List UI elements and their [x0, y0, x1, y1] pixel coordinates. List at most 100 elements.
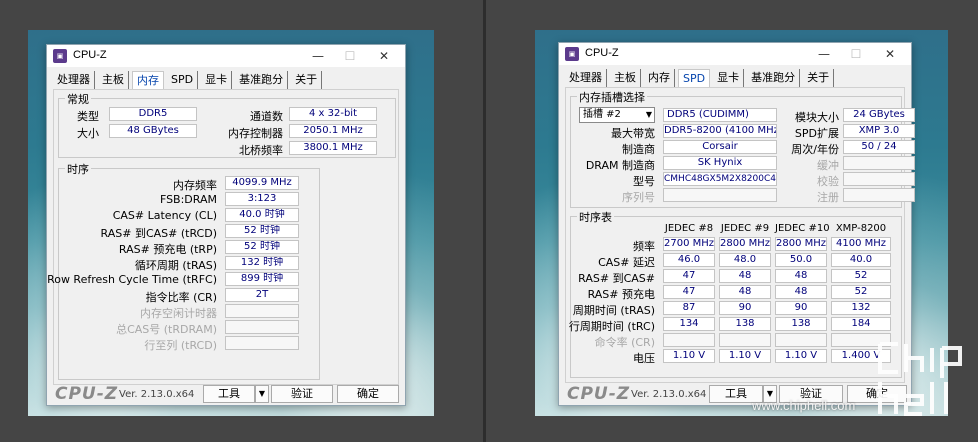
col-header-3: XMP-8200	[835, 223, 887, 234]
tt-cell: 2700 MHz	[663, 237, 715, 251]
timing-value-7: 2T	[225, 288, 299, 302]
size-label: 大小	[77, 127, 99, 140]
tt-cell: 132	[831, 301, 891, 315]
timing-table-group: 时序表 JEDEC #8 JEDEC #9 JEDEC #10 XMP-8200…	[568, 209, 902, 378]
tt-cell: 47	[663, 269, 715, 283]
tt-label-3: RAS# 预充电	[587, 288, 655, 301]
tt-cell: 2800 MHz	[719, 237, 771, 251]
timing-label-3: RAS# 到CAS# (tRCD)	[100, 227, 217, 240]
tt-cell: 52	[831, 269, 891, 283]
close-icon[interactable]: ✕	[875, 45, 905, 63]
tab-memory[interactable]: 内存	[132, 71, 164, 90]
manufacturer-value: Corsair	[663, 140, 777, 154]
tt-cell: 138	[719, 317, 771, 331]
mem-controller-value: 2050.1 MHz	[289, 124, 377, 138]
timing-label-4: RAS# 预充电 (tRP)	[118, 243, 217, 256]
timing-label-5: 循环周期 (tRAS)	[134, 259, 217, 272]
tools-button[interactable]: 工具	[203, 385, 255, 403]
timing-value-4: 52 时钟	[225, 240, 299, 254]
tab-bar: 处理器 主板 内存 SPD 显卡 基准跑分 关于	[565, 69, 837, 88]
cpuz-window-memory: ▣ CPU-Z — ☐ ✕ 处理器 主板 内存 SPD 显卡 基准跑分 关于 常…	[46, 44, 406, 406]
tab-graphics[interactable]: 显卡	[201, 71, 233, 89]
validate-button[interactable]: 验证	[271, 385, 333, 403]
window-title: CPU-Z	[73, 49, 107, 61]
tt-label-5: 行周期时间 (tRC)	[568, 320, 655, 333]
tt-cell: 48	[719, 285, 771, 299]
manufacturer-label: 制造商	[622, 143, 655, 156]
slot-group: 内存插槽选择 插槽 #2 ▼ DDR5 (CUDIMM) 最大带宽 DDR5-8…	[570, 89, 915, 208]
tt-cell: 4100 MHz	[831, 237, 891, 251]
tt-cell: 47	[663, 285, 715, 299]
maximize-icon: ☐	[850, 47, 862, 61]
screen-divider	[483, 0, 486, 442]
timing-label-0: 内存频率	[173, 179, 217, 192]
tt-label-6: 命令率 (CR)	[594, 336, 655, 349]
ok-button[interactable]: 确定	[337, 385, 399, 403]
tt-cell: 46.0	[663, 253, 715, 267]
tt-label-4: 周期时间 (tRAS)	[572, 304, 655, 317]
cpuz-app-icon: ▣	[565, 47, 579, 61]
tab-memory[interactable]: 内存	[644, 69, 675, 87]
tools-dropdown-icon[interactable]: ▼	[255, 385, 269, 403]
tab-cpu[interactable]: 处理器	[53, 71, 95, 89]
spd-ext-value: XMP 3.0	[843, 124, 915, 138]
tt-cell: 48	[719, 269, 771, 283]
module-size-label: 模块大小	[795, 111, 839, 124]
week-year-value: 50 / 24	[843, 140, 915, 154]
tt-cell: 134	[663, 317, 715, 331]
tab-spd[interactable]: SPD	[678, 69, 711, 88]
serial-value	[663, 188, 777, 202]
timing-value-3: 52 时钟	[225, 224, 299, 238]
tab-mainboard[interactable]: 主板	[98, 71, 129, 89]
tt-cell: 90	[719, 301, 771, 315]
tt-label-2: RAS# 到CAS#	[578, 272, 655, 285]
northbridge-label: 北桥频率	[239, 144, 283, 157]
minimize-icon[interactable]: —	[303, 47, 333, 65]
timing-value-10	[225, 336, 299, 350]
channels-value: 4 x 32-bit	[289, 107, 377, 121]
cpuz-brand-logo: CPU-Z	[55, 384, 119, 404]
version-text: Ver. 2.13.0.x64	[119, 389, 195, 400]
dram-manufacturer-value: SK Hynix	[663, 156, 777, 170]
tab-bench[interactable]: 基准跑分	[747, 69, 801, 87]
chevron-down-icon: ▼	[645, 110, 652, 119]
tab-bench[interactable]: 基准跑分	[235, 71, 289, 89]
timing-table-group-label: 时序表	[577, 209, 614, 225]
tab-spd[interactable]: SPD	[167, 71, 199, 89]
timing-label-10: 行至列 (tRCD)	[144, 339, 217, 352]
footer-bar: CPU-Z Ver. 2.13.0.x64 工具 ▼ 验证 确定	[559, 383, 911, 405]
tab-cpu[interactable]: 处理器	[565, 69, 607, 87]
timing-value-9	[225, 320, 299, 334]
timing-label-2: CAS# Latency (CL)	[112, 209, 217, 222]
tab-bar: 处理器 主板 内存 SPD 显卡 基准跑分 关于	[53, 71, 325, 90]
cpuz-brand-logo: CPU-Z	[567, 384, 631, 404]
tt-label-0: 频率	[633, 240, 655, 253]
max-bandwidth-value: DDR5-8200 (4100 MHz)	[663, 124, 777, 138]
slot-select[interactable]: 插槽 #2 ▼	[579, 107, 655, 123]
window-title: CPU-Z	[585, 47, 619, 59]
timing-group-label: 时序	[65, 161, 91, 177]
minimize-icon[interactable]: —	[809, 45, 839, 63]
tt-cell: 1.10 V	[719, 349, 771, 363]
buffered-label: 缓冲	[817, 159, 839, 172]
timing-value-5: 132 时钟	[225, 256, 299, 270]
titlebar: ▣ CPU-Z — ☐ ✕	[47, 45, 405, 67]
timing-label-6: Row Refresh Cycle Time (tRFC)	[47, 273, 217, 286]
spd-ext-label: SPD扩展	[794, 127, 839, 140]
timing-value-1: 3:123	[225, 192, 299, 206]
correction-label: 校验	[817, 175, 839, 188]
slot-select-value: 插槽 #2	[583, 109, 621, 120]
tt-label-1: CAS# 延迟	[598, 256, 655, 269]
tab-mainboard[interactable]: 主板	[610, 69, 641, 87]
tab-graphics[interactable]: 显卡	[713, 69, 745, 87]
tt-cell: 40.0	[831, 253, 891, 267]
tt-cell: 1.10 V	[775, 349, 827, 363]
tt-cell: 48	[775, 269, 827, 283]
tab-about[interactable]: 关于	[291, 71, 323, 89]
close-icon[interactable]: ✕	[369, 47, 399, 65]
spd-panel: 内存插槽选择 插槽 #2 ▼ DDR5 (CUDIMM) 最大带宽 DDR5-8…	[565, 87, 915, 383]
tab-about[interactable]: 关于	[803, 69, 835, 87]
timing-label-8: 内存空闲计时器	[140, 307, 217, 320]
correction-value	[843, 172, 915, 186]
maximize-icon: ☐	[344, 49, 356, 63]
